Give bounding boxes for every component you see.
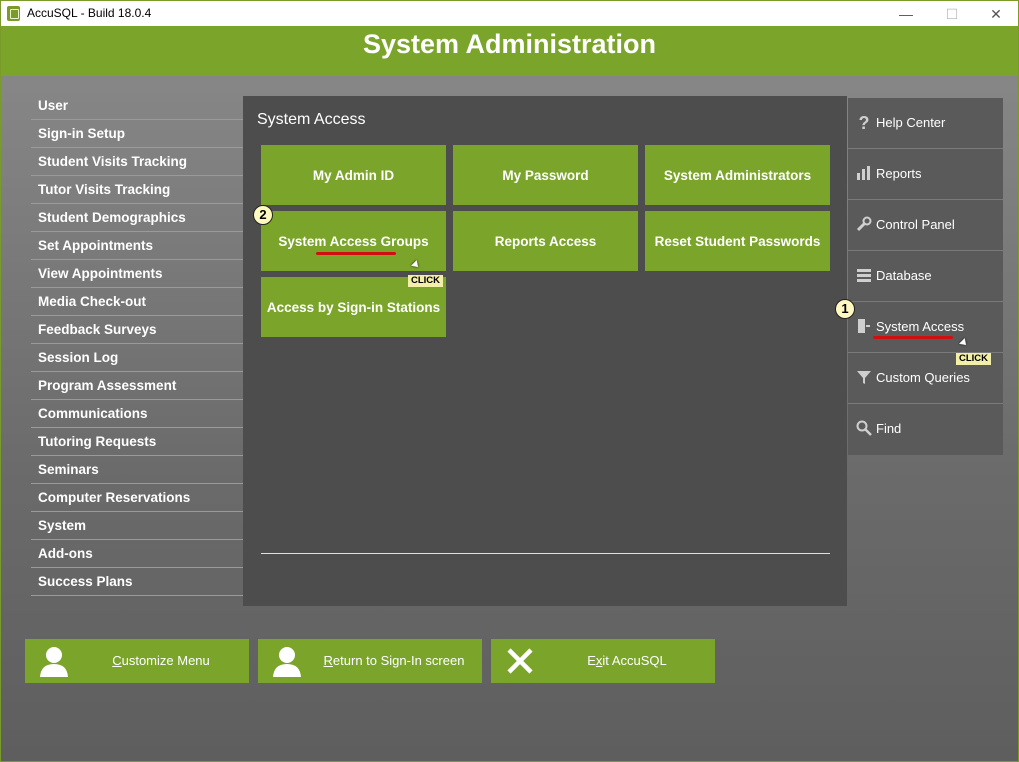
click-tag-2: CLICK — [408, 275, 444, 287]
system-access-groups-highlight-line — [316, 252, 396, 255]
wrench-icon — [856, 216, 872, 234]
right-menu-item-help-center[interactable]: ? Help Center — [848, 98, 1003, 149]
right-menu-label: Control Panel — [876, 217, 955, 232]
system-access-panel: System Access My Admin ID My Password Sy… — [243, 96, 847, 606]
question-icon: ? — [858, 113, 870, 133]
left-menu-item-program-assessment[interactable]: Program Assessment — [31, 372, 243, 400]
database-icon — [856, 267, 872, 285]
customize-menu-button[interactable]: Customize Menu — [25, 639, 249, 683]
left-menu-item-feedback-surveys[interactable]: Feedback Surveys — [31, 316, 243, 344]
left-menu-item-student-visits-tracking[interactable]: Student Visits Tracking — [31, 148, 243, 176]
left-menu-item-system[interactable]: System — [31, 512, 243, 540]
left-menu-item-sign-in-setup[interactable]: Sign-in Setup — [31, 120, 243, 148]
right-menu-label: Find — [876, 421, 902, 436]
door-icon — [856, 318, 872, 336]
window-title: AccuSQL - Build 18.0.4 — [27, 6, 152, 20]
click-tag-1: CLICK — [956, 353, 992, 365]
left-menu-item-set-appointments[interactable]: Set Appointments — [31, 232, 243, 260]
reports-access-button[interactable]: Reports Access — [453, 211, 638, 271]
window-titlebar: AccuSQL - Build 18.0.4 — ☐ ✕ — [0, 0, 1019, 26]
left-menu-item-tutoring-requests[interactable]: Tutoring Requests — [31, 428, 243, 456]
left-menu-item-computer-reservations[interactable]: Computer Reservations — [31, 484, 243, 512]
header-bar: System Administration — [1, 26, 1018, 76]
exit-accusql-label: Exit AccuSQL — [587, 653, 667, 668]
system-administrators-button[interactable]: System Administrators — [645, 145, 830, 205]
left-menu-item-media-check-out[interactable]: Media Check-out — [31, 288, 243, 316]
maximize-button[interactable]: ☐ — [929, 1, 975, 27]
left-menu-item-student-demographics[interactable]: Student Demographics — [31, 204, 243, 232]
right-menu-item-control-panel[interactable]: Control Panel — [848, 200, 1003, 251]
exit-accusql-button[interactable]: Exit AccuSQL — [491, 639, 715, 683]
right-menu-item-find[interactable]: Find — [848, 404, 1003, 455]
right-menu-label: System Access — [876, 319, 965, 334]
customize-menu-label: Customize Menu — [112, 653, 210, 668]
bar-chart-icon — [856, 165, 872, 183]
filter-icon — [856, 369, 872, 387]
app-icon — [7, 6, 20, 21]
step-1-badge: 1 — [835, 299, 855, 319]
my-admin-id-button[interactable]: My Admin ID — [261, 145, 446, 205]
left-menu-item-session-log[interactable]: Session Log — [31, 344, 243, 372]
panel-divider — [261, 553, 830, 554]
left-menu-item-communications[interactable]: Communications — [31, 400, 243, 428]
left-menu-item-success-plans[interactable]: Success Plans — [31, 568, 243, 596]
right-menu-label: Help Center — [876, 115, 946, 130]
left-menu-item-seminars[interactable]: Seminars — [31, 456, 243, 484]
close-window-button[interactable]: ✕ — [973, 1, 1019, 27]
left-menu-item-add-ons[interactable]: Add-ons — [31, 540, 243, 568]
return-to-sign-in-button[interactable]: Return to Sign-In screen — [258, 639, 482, 683]
my-password-button[interactable]: My Password — [453, 145, 638, 205]
left-menu-item-user[interactable]: User — [31, 92, 243, 120]
right-menu-label: Reports — [876, 166, 922, 181]
right-menu-label: Database — [876, 268, 932, 283]
search-icon — [856, 420, 872, 438]
right-menu-item-reports[interactable]: Reports — [848, 149, 1003, 200]
right-nav-menu: ? Help Center Reports Control Panel Data… — [848, 98, 1003, 455]
step-2-badge: 2 — [253, 205, 273, 225]
page-title: System Administration — [362, 29, 657, 59]
left-menu-item-tutor-visits-tracking[interactable]: Tutor Visits Tracking — [31, 176, 243, 204]
panel-title: System Access — [257, 111, 366, 128]
reset-student-passwords-button[interactable]: Reset Student Passwords — [645, 211, 830, 271]
minimize-button[interactable]: — — [883, 1, 929, 27]
left-nav-menu: User Sign-in Setup Student Visits Tracki… — [31, 92, 243, 596]
right-menu-label: Custom Queries — [876, 370, 970, 385]
app-body: System Administration User Sign-in Setup… — [0, 26, 1019, 762]
system-access-highlight-line — [873, 336, 953, 339]
return-to-sign-in-label: Return to Sign-In screen — [323, 653, 465, 668]
right-menu-item-database[interactable]: Database — [848, 251, 1003, 302]
left-menu-item-view-appointments[interactable]: View Appointments — [31, 260, 243, 288]
right-menu-item-system-access[interactable]: System Access — [848, 302, 1003, 353]
